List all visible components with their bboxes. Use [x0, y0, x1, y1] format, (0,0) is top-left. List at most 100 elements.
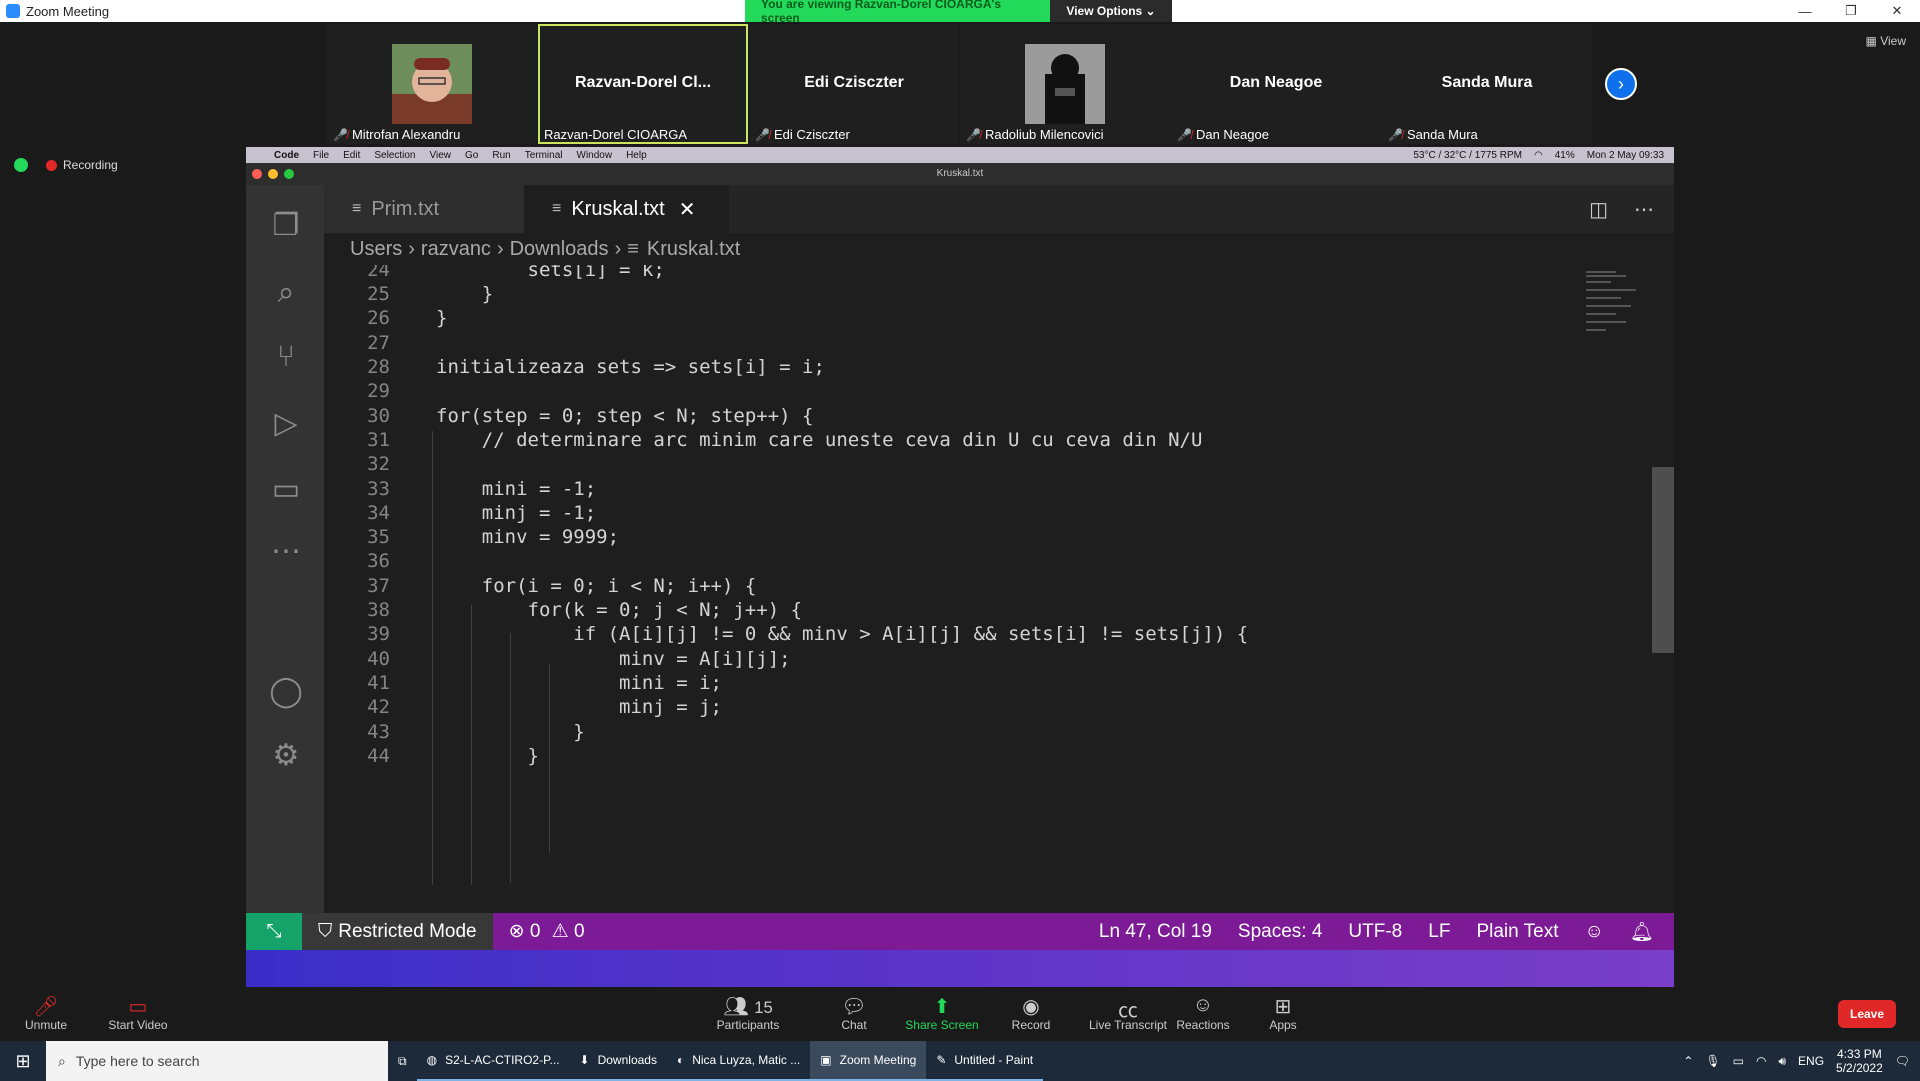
reactions-button[interactable]: ☺ Reactions [1163, 994, 1243, 1032]
apps-icon: ⊞ [1274, 996, 1292, 1018]
mic-icon[interactable]: 🎙︎ [1705, 1054, 1720, 1068]
chevron-up-icon[interactable]: ⌃ [1683, 1054, 1693, 1068]
split-editor-icon[interactable]: ◫ [1589, 197, 1608, 222]
breadcrumb-item[interactable]: razvanc [421, 238, 491, 261]
clock[interactable]: 4:33 PM 5/2/2022 [1836, 1047, 1883, 1075]
zoom-app-icon [6, 4, 20, 18]
participants-button[interactable]: 👥︎ 15 Participants [708, 994, 788, 1032]
restricted-mode-button[interactable]: ⛉ Restricted Mode [302, 913, 493, 950]
language-mode[interactable]: Plain Text [1476, 921, 1558, 943]
menu-selection[interactable]: Selection [374, 150, 415, 161]
feedback-icon[interactable]: ☺ [1584, 921, 1603, 943]
minimize-icon[interactable]: — [1782, 0, 1828, 22]
account-icon[interactable]: ◯ [266, 671, 306, 711]
close-icon[interactable]: ✕ [1874, 0, 1920, 22]
restore-icon[interactable]: ❐ [1828, 0, 1874, 22]
line-text: } [436, 744, 539, 767]
notifications-icon[interactable]: 🗨︎ [1895, 1054, 1910, 1068]
participant-display-name: Dan Neagoe [1229, 74, 1323, 91]
participant-tile[interactable]: Edi Czisczter 🎤̸ Edi Czisczter [749, 24, 959, 144]
view-options-button[interactable]: View Options ⌄ [1050, 0, 1172, 22]
minimize-window-icon[interactable] [268, 169, 278, 179]
wifi-icon[interactable]: ◠ [1534, 150, 1543, 161]
taskbar-item-edge[interactable]: ◐ Nica Luyza, Matic ... [666, 1041, 811, 1081]
tab-kruskal[interactable]: ≡ Kruskal.txt ✕ [524, 185, 729, 233]
more-icon[interactable]: ⋯ [266, 531, 306, 571]
security-shield-icon[interactable] [14, 158, 28, 172]
menu-help[interactable]: Help [626, 150, 647, 161]
breadcrumb-item[interactable]: Users [350, 238, 402, 261]
line-text: for(step = 0; step < N; step++) { [436, 404, 814, 427]
menu-view[interactable]: View [430, 150, 452, 161]
zoom-window-icon[interactable] [284, 169, 294, 179]
remote-explorer-icon[interactable]: ▭ [266, 469, 306, 509]
explorer-icon[interactable]: ❐ [266, 205, 306, 245]
code-editor[interactable]: 24 sets[i] = k; 25 } 26} 27 28 initializeaza … [324, 265, 1674, 885]
taskbar-search[interactable]: ⌕ Type here to search [46, 1041, 388, 1081]
taskbar-item-paint[interactable]: ✎ Untitled - Paint [926, 1041, 1044, 1081]
vertical-scrollbar[interactable] [1652, 467, 1674, 653]
line-text: // determinare arc minim care uneste cev… [436, 428, 1203, 451]
participant-tile-active[interactable]: Razvan-Dorel Cl... Razvan-Dorel CIOARGA [538, 24, 748, 144]
taskbar-item-downloads[interactable]: ⬇ Downloads [569, 1041, 667, 1081]
search-icon[interactable]: ⌕ [266, 273, 306, 313]
breadcrumb-item[interactable]: Downloads [510, 238, 609, 261]
line-text: if (A[i][j] != 0 && minv > A[i][j] && se… [436, 623, 1249, 646]
settings-gear-icon[interactable]: ⚙ [266, 735, 306, 775]
minimap[interactable] [1584, 269, 1654, 339]
menu-file[interactable]: File [313, 150, 329, 161]
battery-icon[interactable]: ▭ [1733, 1054, 1744, 1068]
menu-run[interactable]: Run [492, 150, 510, 161]
leave-button[interactable]: Leave [1838, 1000, 1896, 1028]
participant-tile[interactable]: 🎤̸ Radoliub Milencovici [960, 24, 1170, 144]
next-participants-icon[interactable]: › [1605, 68, 1637, 100]
breadcrumb-item[interactable]: Kruskal.txt [647, 238, 740, 261]
close-tab-icon[interactable]: ✕ [679, 197, 696, 222]
tab-label: Prim.txt [371, 197, 440, 220]
record-button[interactable]: ◉ Record [991, 994, 1071, 1032]
participant-tile[interactable]: Dan Neagoe 🎤̸ Dan Neagoe [1171, 24, 1381, 144]
start-video-button[interactable]: ▭ Start Video [98, 994, 178, 1032]
remote-indicator-icon[interactable]: ⤡ [246, 913, 302, 950]
temp-readout: 53°C / 32°C / 1775 RPM [1413, 149, 1522, 161]
menu-terminal[interactable]: Terminal [525, 150, 563, 161]
participant-tile[interactable]: 🎤̸ Mitrofan Alexandru [327, 24, 537, 144]
participant-name-label: 🎤̸ Mitrofan Alexandru [333, 127, 461, 142]
line-number: 34 [367, 501, 390, 524]
menu-go[interactable]: Go [465, 150, 478, 161]
windows-start-icon[interactable]: ⊞ [0, 1041, 46, 1081]
task-view-icon[interactable]: ⧉ [388, 1041, 417, 1081]
close-window-icon[interactable] [252, 169, 262, 179]
source-control-icon[interactable]: ⑂ [266, 337, 306, 377]
apps-button[interactable]: ⊞ Apps [1243, 994, 1323, 1032]
taskbar-item-chrome[interactable]: ◍ S2-L-AC-CTIRO2-P... [416, 1041, 570, 1081]
problems-button[interactable]: ⊗ 0 ⚠ 0 [509, 920, 585, 943]
language-indicator[interactable]: ENG [1798, 1054, 1824, 1068]
zoom-icon: ▣ [820, 1053, 832, 1067]
end-of-line[interactable]: LF [1428, 921, 1450, 943]
unmute-button[interactable]: 🎤︎ Unmute [6, 994, 86, 1032]
run-debug-icon[interactable]: ▷ [266, 403, 306, 443]
menu-edit[interactable]: Edit [343, 150, 360, 161]
recording-indicator[interactable]: Recording [46, 158, 118, 172]
notifications-bell-icon[interactable]: 🔔︎ [1630, 920, 1654, 944]
share-screen-button[interactable]: ⬆ Share Screen [902, 994, 982, 1032]
menu-window[interactable]: Window [577, 150, 613, 161]
editor-tabs: ≡ Prim.txt ≡ Kruskal.txt ✕ ◫ ⋯ [324, 185, 1674, 233]
volume-icon[interactable]: 🔊︎ [1778, 1054, 1786, 1069]
more-actions-icon[interactable]: ⋯ [1634, 197, 1654, 222]
chat-button[interactable]: 💬︎ Chat [814, 994, 894, 1032]
taskbar-item-zoom[interactable]: ▣ Zoom Meeting [810, 1041, 927, 1081]
menu-code[interactable]: Code [274, 150, 299, 161]
line-number: 25 [367, 283, 390, 306]
indentation[interactable]: Spaces: 4 [1238, 921, 1323, 943]
error-count: 0 [529, 921, 541, 942]
tab-prim[interactable]: ≡ Prim.txt [324, 185, 524, 233]
file-icon: ≡ [552, 200, 562, 217]
window-controls: — ❐ ✕ [1782, 0, 1920, 22]
view-button[interactable]: ▦ View [1866, 34, 1906, 48]
network-icon[interactable]: ◠ [1756, 1054, 1766, 1068]
participant-tile[interactable]: Sanda Mura 🎤̸ Sanda Mura [1382, 24, 1592, 144]
cursor-position[interactable]: Ln 47, Col 19 [1099, 921, 1212, 943]
encoding[interactable]: UTF-8 [1348, 921, 1402, 943]
